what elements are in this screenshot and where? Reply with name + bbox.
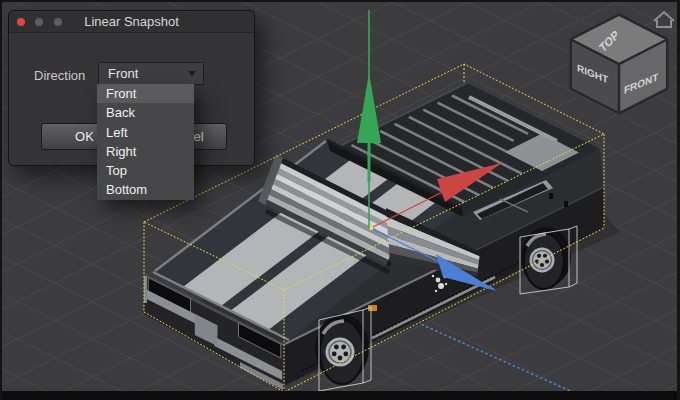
- dialog-title: Linear Snapshot: [9, 14, 254, 29]
- dropdown-option-bottom[interactable]: Bottom: [97, 180, 194, 199]
- direction-select[interactable]: Front: [98, 62, 204, 85]
- dropdown-option-back[interactable]: Back: [97, 103, 194, 122]
- direction-label: Direction: [34, 68, 85, 83]
- direction-options-list: Front Back Left Right Top Bottom: [97, 84, 194, 200]
- chevron-down-icon: [188, 71, 196, 76]
- bottom-frame: [0, 391, 680, 400]
- dialog-titlebar[interactable]: Linear Snapshot: [9, 11, 254, 33]
- dropdown-option-front[interactable]: Front: [97, 84, 194, 103]
- direction-select-value: Front: [108, 66, 138, 81]
- gizmo-origin: [370, 227, 374, 231]
- dropdown-option-right[interactable]: Right: [97, 142, 194, 161]
- dropdown-option-left[interactable]: Left: [97, 123, 194, 142]
- dropdown-option-top[interactable]: Top: [97, 161, 194, 180]
- 3d-viewport[interactable]: TOP RIGHT FRONT Linear Snapshot Directio…: [0, 0, 680, 400]
- top-frame: [0, 0, 680, 2]
- left-frame: [0, 0, 2, 400]
- orientation-cube[interactable]: TOP RIGHT FRONT: [572, 16, 666, 112]
